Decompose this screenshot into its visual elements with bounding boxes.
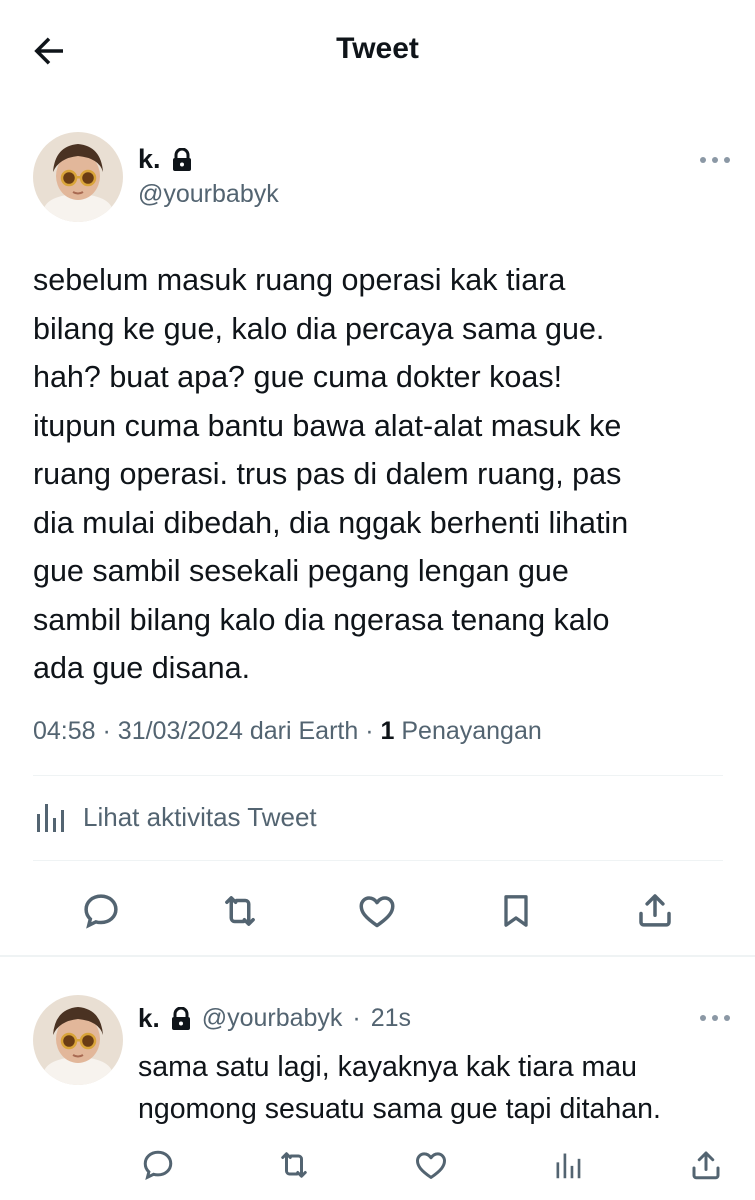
chat-bubble-icon — [143, 1150, 173, 1181]
tweet-source: dari Earth — [249, 717, 359, 745]
chat-bubble-icon — [84, 894, 118, 929]
heart-icon — [359, 896, 395, 928]
retweet-button[interactable] — [216, 888, 264, 934]
reply-header: k. @yourbabyk · 21s — [138, 1003, 412, 1034]
author-handle[interactable]: @yourbabyk — [138, 180, 279, 209]
share-button[interactable] — [632, 886, 678, 934]
divider — [0, 955, 755, 957]
tweet-metadata: 04:58 · 31/03/2024 dari Earth · 1 Penaya… — [33, 717, 542, 745]
divider — [33, 775, 723, 776]
retweet-icon — [225, 896, 255, 926]
lock-icon — [172, 147, 191, 171]
reply-button[interactable] — [78, 888, 124, 934]
tweet-time[interactable]: 04:58 — [33, 717, 96, 745]
reply-share-button[interactable] — [686, 1145, 726, 1185]
views-label: Penayangan — [401, 717, 542, 745]
more-horizontal-icon — [700, 157, 730, 163]
reply-author-handle[interactable]: @yourbabyk — [202, 1004, 343, 1033]
reply-avatar[interactable] — [33, 995, 123, 1085]
reply-timestamp[interactable]: 21s — [371, 1004, 411, 1033]
lock-icon — [171, 1006, 190, 1030]
author-name[interactable]: k. — [138, 144, 193, 175]
reply-text: sama satu lagi, kayaknya kak tiara mau n… — [138, 1051, 661, 1125]
avatar[interactable] — [33, 132, 123, 222]
reply-retweet-button[interactable] — [274, 1146, 314, 1184]
bar-chart-icon — [37, 804, 64, 832]
share-icon — [639, 894, 671, 927]
reply-reply-button[interactable] — [138, 1146, 178, 1184]
more-options-button[interactable] — [695, 150, 735, 170]
heart-icon — [416, 1152, 446, 1179]
share-icon — [692, 1151, 720, 1180]
divider — [33, 860, 723, 861]
more-horizontal-icon — [700, 1015, 730, 1021]
reply-like-button[interactable] — [411, 1146, 451, 1184]
tweet-activity-link[interactable]: Lihat aktivitas Tweet — [33, 800, 317, 834]
top-bar: Tweet — [0, 0, 755, 100]
author-display-name: k. — [138, 144, 161, 174]
bar-chart-icon — [556, 1153, 581, 1179]
retweet-icon — [281, 1152, 307, 1178]
views-count: 1 — [380, 717, 395, 745]
like-button[interactable] — [354, 888, 400, 934]
activity-label: Lihat aktivitas Tweet — [83, 801, 317, 832]
page-title: Tweet — [336, 32, 419, 65]
reply-views-button[interactable] — [550, 1146, 586, 1184]
reply-author-name[interactable]: k. — [138, 1003, 160, 1034]
tweet-date[interactable]: 31/03/2024 — [118, 717, 243, 745]
bookmark-button[interactable] — [494, 888, 538, 934]
tweet-text: sebelum masuk ruang operasi kak tiara bi… — [33, 263, 629, 685]
bookmark-icon — [504, 895, 528, 927]
reply-more-options-button[interactable] — [695, 1008, 735, 1028]
